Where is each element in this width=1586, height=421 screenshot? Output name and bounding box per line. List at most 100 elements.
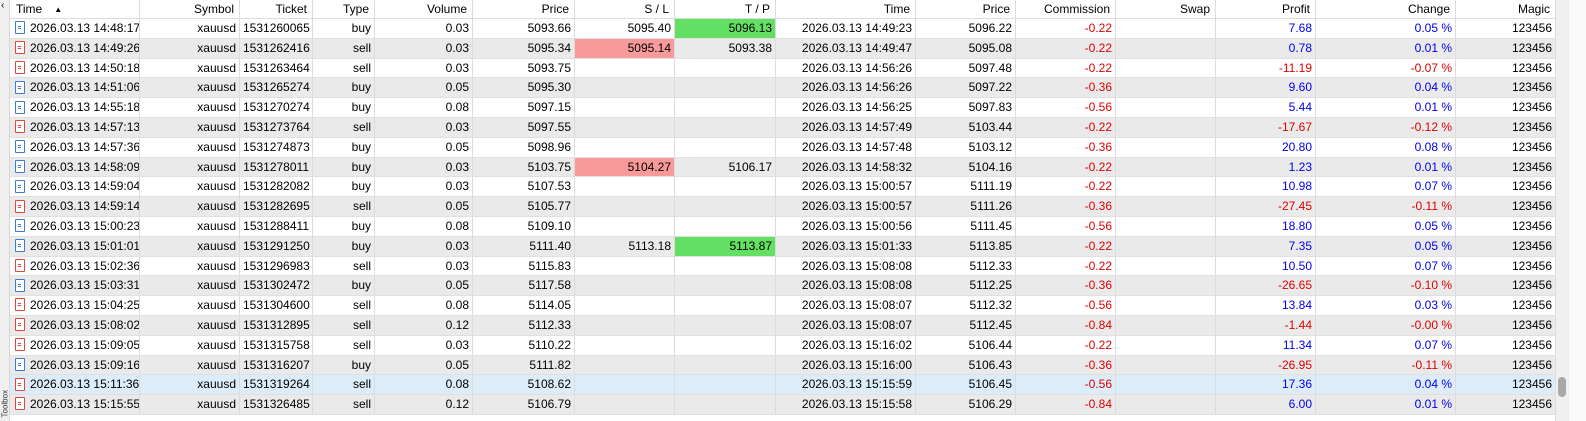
col-header-price[interactable]: Price [473, 0, 575, 18]
cell-ticket: 1531302472 [240, 276, 313, 296]
cell-type: sell [313, 296, 375, 315]
cell-ticket: 1531282695 [240, 197, 313, 216]
buy-position-icon [15, 239, 25, 253]
cell-symbol: xauusd [140, 395, 240, 414]
table-row[interactable]: 2026.03.13 15:01:01 xauusd 1531291250 buy 0.… [10, 236, 1555, 257]
cell-change: 0.05 % [1316, 236, 1456, 256]
buy-position-icon [15, 140, 25, 154]
cell-stop-loss: 5113.18 [575, 236, 675, 256]
table-row[interactable]: 2026.03.13 15:15:55 xauusd 1531326485 sell 0… [10, 395, 1555, 415]
cell-ticket: 1531274873 [240, 137, 313, 157]
cell-stop-loss [575, 395, 675, 414]
table-row[interactable]: 2026.03.13 15:03:31 xauusd 1531302472 buy 0.… [10, 276, 1555, 297]
cell-open-price: 5109.10 [473, 216, 575, 236]
cell-swap [1116, 98, 1216, 117]
table-row[interactable]: 2026.03.13 14:57:36 xauusd 1531274873 buy 0.… [10, 137, 1555, 158]
cell-open-price: 5112.33 [473, 315, 575, 335]
cell-close-time: 2026.03.13 15:08:08 [776, 256, 916, 276]
scrollbar-track[interactable] [1555, 0, 1569, 421]
table-row[interactable]: 2026.03.13 15:02:36 xauusd 1531296983 sell 0… [10, 256, 1555, 277]
cell-symbol: xauusd [140, 98, 240, 117]
cell-type: buy [313, 137, 375, 157]
table-row[interactable]: 2026.03.13 15:08:02 xauusd 1531312895 sell 0… [10, 315, 1555, 336]
cell-ticket: 1531270274 [240, 98, 313, 117]
cell-volume: 0.05 [375, 355, 473, 375]
cell-close-time: 2026.03.13 14:56:25 [776, 98, 916, 117]
cell-change: 0.08 % [1316, 137, 1456, 157]
table-row[interactable]: 2026.03.13 14:59:14 xauusd 1531282695 sell 0… [10, 197, 1555, 217]
col-header-volume[interactable]: Volume [375, 0, 473, 18]
col-header-magic[interactable]: Magic [1456, 0, 1555, 18]
table-row[interactable]: 2026.03.13 14:48:17 xauusd 1531260065 buy 0.… [10, 19, 1555, 39]
toolbox-vertical-label[interactable]: Toolbox [1, 390, 10, 418]
cell-commission: -0.22 [1016, 177, 1116, 197]
col-header-change[interactable]: Change [1316, 0, 1456, 18]
cell-commission: -0.56 [1016, 375, 1116, 395]
cell-stop-loss [575, 375, 675, 395]
col-header-close-time[interactable]: Time [776, 0, 916, 18]
open-time-text: 2026.03.13 14:58:09 [30, 159, 140, 174]
cell-swap [1116, 78, 1216, 98]
cell-close-price: 5112.45 [916, 315, 1016, 335]
table-row[interactable]: 2026.03.13 14:55:18 xauusd 1531270274 buy 0.… [10, 98, 1555, 118]
scrollbar-thumb[interactable] [1558, 377, 1566, 397]
col-header-type[interactable]: Type [313, 0, 375, 18]
table-row[interactable]: 2026.03.13 14:49:26 xauusd 1531262416 sell 0… [10, 38, 1555, 59]
col-header-commission[interactable]: Commission [1016, 0, 1116, 18]
table-row[interactable]: 2026.03.13 14:57:13 xauusd 1531273764 sell 0… [10, 117, 1555, 138]
sell-position-icon [15, 318, 25, 332]
table-row[interactable]: 2026.03.13 15:09:05 xauusd 1531315758 sell 0… [10, 335, 1555, 356]
table-row[interactable]: 2026.03.13 14:50:18 xauusd 1531263464 sell 0… [10, 58, 1555, 79]
open-time-text: 2026.03.13 15:01:01 [30, 238, 140, 253]
cell-commission: -0.56 [1016, 98, 1116, 117]
history-table: Time ▲ Symbol Ticket Type Volume Price S … [10, 0, 1555, 415]
table-row[interactable]: 2026.03.13 14:51:06 xauusd 1531265274 buy 0.… [10, 78, 1555, 99]
cell-change: 0.05 % [1316, 216, 1456, 236]
cell-symbol: xauusd [140, 315, 240, 335]
cell-volume: 0.03 [375, 117, 473, 137]
cell-volume: 0.03 [375, 157, 473, 177]
cell-swap [1116, 296, 1216, 315]
table-row[interactable]: 2026.03.13 14:59:04 xauusd 1531282082 buy 0.… [10, 177, 1555, 198]
cell-commission: -0.22 [1016, 58, 1116, 78]
cell-commission: -0.84 [1016, 395, 1116, 414]
cell-stop-loss: 5095.40 [575, 19, 675, 38]
col-header-symbol[interactable]: Symbol [140, 0, 240, 18]
table-row[interactable]: 2026.03.13 15:09:16 xauusd 1531316207 buy 0.… [10, 355, 1555, 376]
cell-ticket: 1531273764 [240, 117, 313, 137]
col-header-tp[interactable]: T / P [675, 0, 776, 18]
cell-volume: 0.12 [375, 315, 473, 335]
cell-type: sell [313, 38, 375, 58]
cell-type: buy [313, 98, 375, 117]
table-row[interactable]: 2026.03.13 15:00:23 xauusd 1531288411 buy 0.… [10, 216, 1555, 237]
col-header-profit[interactable]: Profit [1216, 0, 1316, 18]
cell-ticket: 1531263464 [240, 58, 313, 78]
open-time-text: 2026.03.13 15:04:25 [30, 298, 140, 313]
col-header-time[interactable]: Time ▲ [10, 0, 140, 18]
cell-volume: 0.08 [375, 98, 473, 117]
collapse-arrow-icon[interactable]: ‹ [1, 1, 4, 11]
cell-open-price: 5114.05 [473, 296, 575, 315]
cell-ticket: 1531260065 [240, 19, 313, 38]
cell-symbol: xauusd [140, 19, 240, 38]
cell-take-profit [675, 355, 776, 375]
open-time-text: 2026.03.13 15:09:16 [30, 357, 140, 372]
col-header-swap[interactable]: Swap [1116, 0, 1216, 18]
cell-volume: 0.12 [375, 395, 473, 414]
cell-close-price: 5111.26 [916, 197, 1016, 216]
col-header-close-price[interactable]: Price [916, 0, 1016, 18]
cell-commission: -0.36 [1016, 78, 1116, 98]
vertical-scrollbar[interactable] [1555, 0, 1586, 421]
cell-close-time: 2026.03.13 14:49:23 [776, 19, 916, 38]
table-row[interactable]: 2026.03.13 15:04:25 xauusd 1531304600 sell 0… [10, 296, 1555, 316]
buy-position-icon [15, 21, 25, 35]
table-row[interactable]: 2026.03.13 15:11:36 xauusd 1531319264 sell 0… [10, 375, 1555, 396]
cell-magic: 123456 [1511, 258, 1552, 273]
cell-swap [1116, 58, 1216, 78]
col-header-ticket[interactable]: Ticket [240, 0, 313, 18]
cell-volume: 0.05 [375, 276, 473, 296]
cell-swap [1116, 177, 1216, 197]
col-header-sl[interactable]: S / L [575, 0, 675, 18]
cell-symbol: xauusd [140, 137, 240, 157]
table-row[interactable]: 2026.03.13 14:58:09 xauusd 1531278011 buy 0.… [10, 157, 1555, 178]
